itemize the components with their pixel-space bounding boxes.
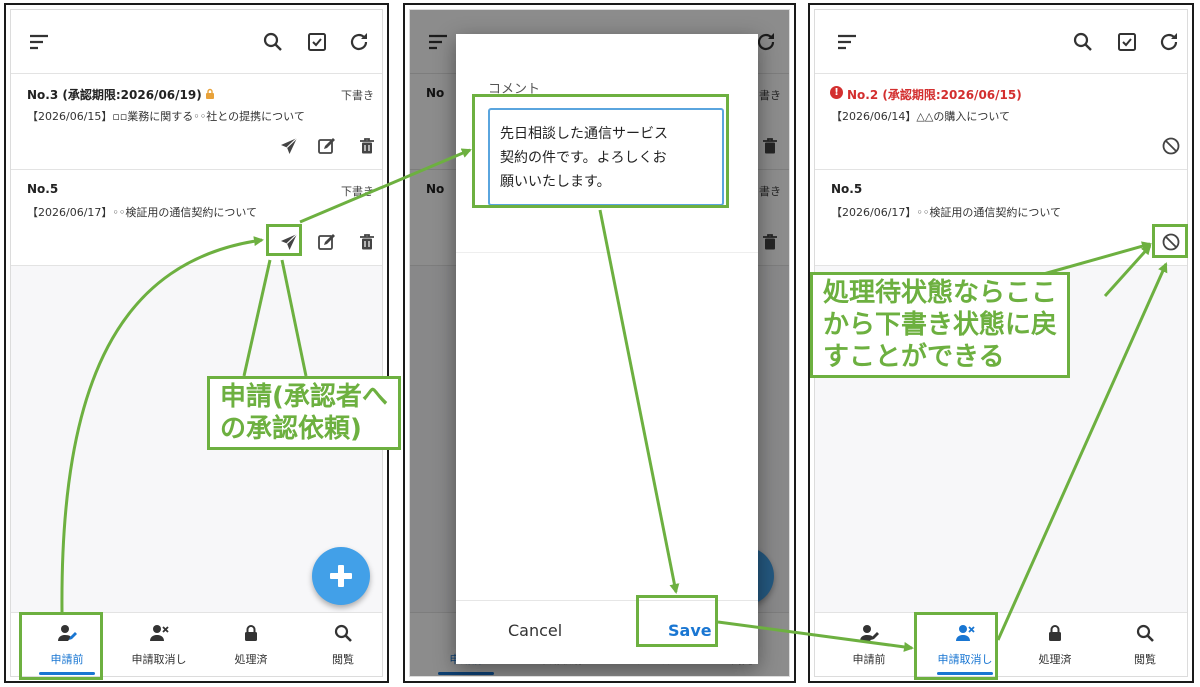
card-title: No.5: [831, 182, 863, 196]
card-subject: 【2026/06/15】▫▫業務に関する◦◦社との提携について: [27, 110, 305, 123]
nav-tab-before-submit[interactable]: 申請前: [823, 613, 915, 676]
nav-tab-processed[interactable]: 処理済: [1009, 613, 1101, 676]
nav-tab-processed[interactable]: 処理済: [205, 613, 297, 676]
block-icon[interactable]: [1161, 136, 1181, 156]
request-card[interactable]: No.5 【2026/06/17】◦◦検証用の通信契約について: [815, 170, 1187, 266]
search-icon: [1136, 624, 1154, 642]
lock-icon: [1049, 625, 1061, 641]
select-all-icon[interactable]: [1115, 30, 1139, 54]
refresh-icon[interactable]: [1157, 30, 1181, 54]
card-subject: 【2026/06/14】△△の購入について: [831, 110, 1010, 123]
highlight-block-button: [1152, 224, 1188, 258]
status-label: 下書き: [341, 89, 374, 102]
edit-icon[interactable]: [317, 232, 337, 252]
highlight-save-button: [636, 595, 718, 647]
nav-label: 閲覧: [1134, 653, 1156, 666]
lock-icon: [245, 625, 257, 641]
nav-tab-cancel[interactable]: 申請取消し: [113, 613, 205, 676]
cancel-button[interactable]: Cancel: [508, 621, 562, 640]
toolbar: [11, 10, 382, 74]
callout-line: すことができる: [823, 342, 1005, 372]
refresh-icon[interactable]: [347, 30, 371, 54]
select-all-icon[interactable]: [305, 30, 329, 54]
highlight-send-button: [266, 224, 302, 256]
edit-icon[interactable]: [317, 136, 337, 156]
nav-label: 処理済: [1038, 653, 1072, 666]
nav-label: 申請取消し: [131, 653, 187, 666]
nav-label: 処理済: [234, 653, 268, 666]
callout-line: 処理待状態ならここ: [823, 278, 1058, 308]
nav-label: 申請前: [852, 653, 886, 666]
request-card[interactable]: ! No.2 (承認期限:2026/06/15) 【2026/06/14】△△の…: [815, 74, 1187, 170]
callout-revert: 処理待状態ならここ から下書き状態に戻 すことができる: [810, 272, 1071, 378]
card-title: No.5: [27, 182, 59, 196]
callout-line: の承認依頼): [220, 414, 362, 444]
request-card[interactable]: No.5 下書き 【2026/06/17】◦◦検証用の通信契約について: [11, 170, 382, 266]
delete-icon[interactable]: [357, 136, 377, 156]
card-subject: 【2026/06/17】◦◦検証用の通信契約について: [831, 206, 1062, 219]
highlight-nav-cancel: [914, 612, 998, 680]
request-card[interactable]: No.3 (承認期限:2026/06/19) 下書き 【2026/06/15】▫…: [11, 74, 382, 170]
search-icon[interactable]: [1071, 30, 1095, 54]
card-subject: 【2026/06/17】◦◦検証用の通信契約について: [27, 206, 258, 219]
add-request-button[interactable]: [312, 547, 370, 605]
delete-icon[interactable]: [357, 232, 377, 252]
toolbar: [815, 10, 1187, 74]
lock-icon: [205, 88, 214, 99]
bottom-nav: 申請前 申請取消し 処理済 閲覧: [815, 612, 1187, 676]
divider: [456, 252, 758, 253]
nav-tab-browse[interactable]: 閲覧: [297, 613, 382, 676]
user-edit-icon: [860, 625, 879, 641]
callout-submit: 申請(承認者へ の承認依頼): [207, 376, 401, 450]
nav-label: 閲覧: [332, 653, 354, 666]
callout-line: から下書き状態に戻: [823, 310, 1058, 340]
card-title: No.2 (承認期限:2026/06/15): [847, 88, 1022, 102]
status-label: 下書き: [341, 185, 374, 198]
nav-tab-browse[interactable]: 閲覧: [1099, 613, 1187, 676]
search-icon[interactable]: [261, 30, 285, 54]
app-screen: No.3 (承認期限:2026/06/19) 下書き 【2026/06/15】▫…: [10, 9, 383, 677]
panel-before-submit: No.3 (承認期限:2026/06/19) 下書き 【2026/06/15】▫…: [4, 3, 389, 683]
menu-icon[interactable]: [835, 30, 859, 54]
send-icon[interactable]: [279, 136, 299, 156]
search-icon: [334, 624, 352, 642]
menu-icon[interactable]: [27, 30, 51, 54]
highlight-nav-before-submit: [19, 612, 103, 680]
alert-icon: !: [830, 86, 843, 99]
user-cancel-icon: [150, 625, 169, 641]
callout-line: 申請(承認者へ: [220, 382, 388, 412]
highlight-comment-field: [472, 94, 729, 208]
card-title: No.3 (承認期限:2026/06/19): [27, 86, 216, 103]
